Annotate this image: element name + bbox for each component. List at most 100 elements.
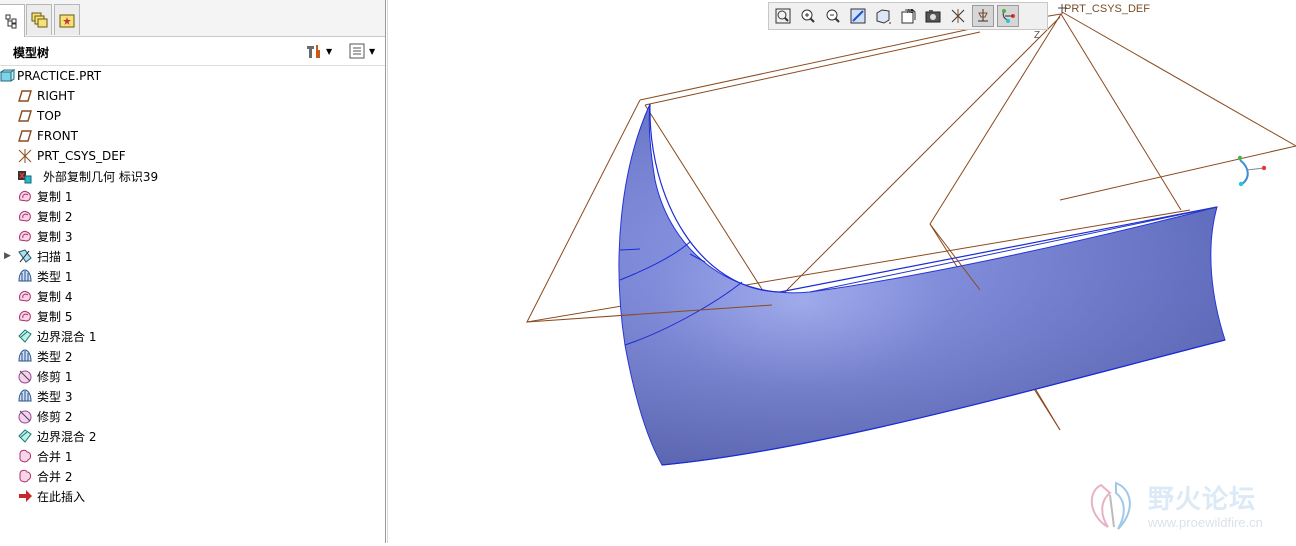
tree-item[interactable]: 复制 1 — [0, 186, 385, 206]
list-settings-icon — [349, 43, 365, 59]
repaint-icon — [850, 8, 866, 24]
view-manager-button[interactable] — [922, 5, 944, 27]
sweep-icon — [17, 248, 33, 264]
layers-tab[interactable] — [26, 4, 52, 35]
model-tree-panel: 模型树 ▼ ▼ PRACTICE.PRT RIGHT TOP FRONT PRT_CSY… — [0, 0, 385, 543]
tree-item[interactable]: FRONT — [0, 126, 385, 146]
style-icon — [17, 388, 33, 404]
tree-item[interactable]: 类型 1 — [0, 266, 385, 286]
display-style-button[interactable] — [872, 5, 894, 27]
boundary-blend-icon — [17, 328, 33, 344]
tree-item[interactable]: ▶ 扫描 1 — [0, 246, 385, 266]
tree-item[interactable]: TOP — [0, 106, 385, 126]
tree-item[interactable]: 外部复制几何 标识39 — [0, 166, 385, 186]
tree-item-label: 边界混合 1 — [37, 329, 97, 344]
tree-settings-button[interactable]: ▼ — [305, 42, 332, 60]
tree-item[interactable]: 复制 2 — [0, 206, 385, 226]
csys-marker — [1058, 4, 1267, 187]
view-manager-icon — [925, 10, 941, 23]
axis-label: Z — [1034, 30, 1040, 41]
tree-item-label: 复制 2 — [37, 209, 73, 224]
model-tree-icon — [5, 14, 17, 29]
view-toolbar: AB — [768, 2, 1048, 30]
external-copy-icon — [17, 168, 33, 184]
expand-arrow-icon[interactable]: ▶ — [4, 251, 12, 261]
csys-label: PRT_CSYS_DEF — [1064, 3, 1150, 15]
datum-axes-toggle[interactable] — [972, 5, 994, 27]
datum-planes-toggle[interactable] — [947, 5, 969, 27]
style-icon — [17, 348, 33, 364]
csys-toggle[interactable] — [997, 5, 1019, 27]
show-menu-button[interactable]: ▼ — [348, 42, 375, 60]
tree-item[interactable]: 复制 3 — [0, 226, 385, 246]
tree-item-label: 在此插入 — [37, 489, 86, 504]
tree-item[interactable]: PRACTICE.PRT — [0, 66, 385, 86]
style-icon — [17, 268, 33, 284]
tree-item-label: PRT_CSYS_DEF — [37, 149, 126, 163]
tree-item[interactable]: 边界混合 1 — [0, 326, 385, 346]
tree-item[interactable]: 类型 2 — [0, 346, 385, 366]
zoom-fit-button[interactable] — [772, 5, 794, 27]
surface-quilt — [618, 103, 1226, 466]
copy-icon — [17, 188, 33, 204]
chevron-down-icon: ▼ — [369, 46, 376, 56]
tree-item[interactable]: 复制 4 — [0, 286, 385, 306]
tree-item[interactable]: PRT_CSYS_DEF — [0, 146, 385, 166]
chevron-down-icon: ▼ — [326, 46, 333, 56]
model-tree-header: 模型树 ▼ ▼ — [0, 37, 385, 66]
tree-item-label: 外部复制几何 标识39 — [43, 169, 159, 184]
tree-item[interactable]: RIGHT — [0, 86, 385, 106]
panel-divider[interactable] — [385, 0, 386, 543]
saved-views-button[interactable]: AB — [897, 5, 919, 27]
model-tree-tab[interactable] — [0, 4, 25, 37]
tree-item-label: 复制 3 — [37, 229, 73, 244]
copy-icon — [17, 308, 33, 324]
tree-item-label: 复制 4 — [37, 289, 73, 304]
tree-item[interactable]: 合并 2 — [0, 466, 385, 486]
tree-item[interactable]: 修剪 1 — [0, 366, 385, 386]
favorites-tab[interactable] — [54, 4, 80, 35]
graphics-viewport[interactable]: PRT_CSYS_DEF Z — [388, 0, 1296, 543]
tree-item-label: 合并 2 — [37, 469, 73, 484]
tree-item-label: 类型 1 — [37, 269, 73, 284]
merge-icon — [17, 448, 33, 464]
tree-item[interactable]: 合并 1 — [0, 446, 385, 466]
copy-icon — [17, 288, 33, 304]
model-tree-title: 模型树 — [13, 46, 50, 60]
zoom-in-icon — [801, 9, 815, 23]
tree-item-label: 修剪 1 — [37, 369, 73, 384]
datum-plane-icon — [17, 88, 33, 104]
zoom-out-button[interactable] — [822, 5, 844, 27]
zoom-in-button[interactable] — [797, 5, 819, 27]
tree-item-label: 合并 1 — [37, 449, 73, 464]
layers-icon — [31, 12, 48, 28]
csys-icon — [17, 148, 33, 164]
tree-item-label: 复制 5 — [37, 309, 73, 324]
tree-item[interactable]: 类型 3 — [0, 386, 385, 406]
datum-planes-toggle-icon — [951, 9, 965, 23]
copy-icon — [17, 208, 33, 224]
zoom-out-icon — [826, 9, 840, 23]
watermark-title: 野火论坛 — [1148, 485, 1257, 515]
model-canvas[interactable]: PRT_CSYS_DEF Z — [388, 0, 1296, 543]
tree-item[interactable]: 修剪 2 — [0, 406, 385, 426]
tree-item-label: 类型 2 — [37, 349, 73, 364]
csys-toggle-icon — [1002, 9, 1015, 23]
trim-icon — [17, 368, 33, 384]
datum-plane-icon — [17, 128, 33, 144]
copy-icon — [17, 228, 33, 244]
repaint-button[interactable] — [847, 5, 869, 27]
tree-item[interactable]: 复制 5 — [0, 306, 385, 326]
merge-icon — [17, 468, 33, 484]
boundary-blend-icon — [17, 428, 33, 444]
tree-item[interactable]: 在此插入 — [0, 486, 385, 506]
navigator-tabs — [0, 0, 385, 37]
tree-item-label: PRACTICE.PRT — [17, 69, 102, 83]
tree-item-label: 边界混合 2 — [37, 429, 97, 444]
favorites-icon — [59, 14, 75, 28]
tree-item-label: 类型 3 — [37, 389, 73, 404]
tree-item[interactable]: 边界混合 2 — [0, 426, 385, 446]
trim-icon — [17, 408, 33, 424]
zoom-fit-icon — [775, 8, 791, 24]
part-icon — [0, 68, 15, 84]
